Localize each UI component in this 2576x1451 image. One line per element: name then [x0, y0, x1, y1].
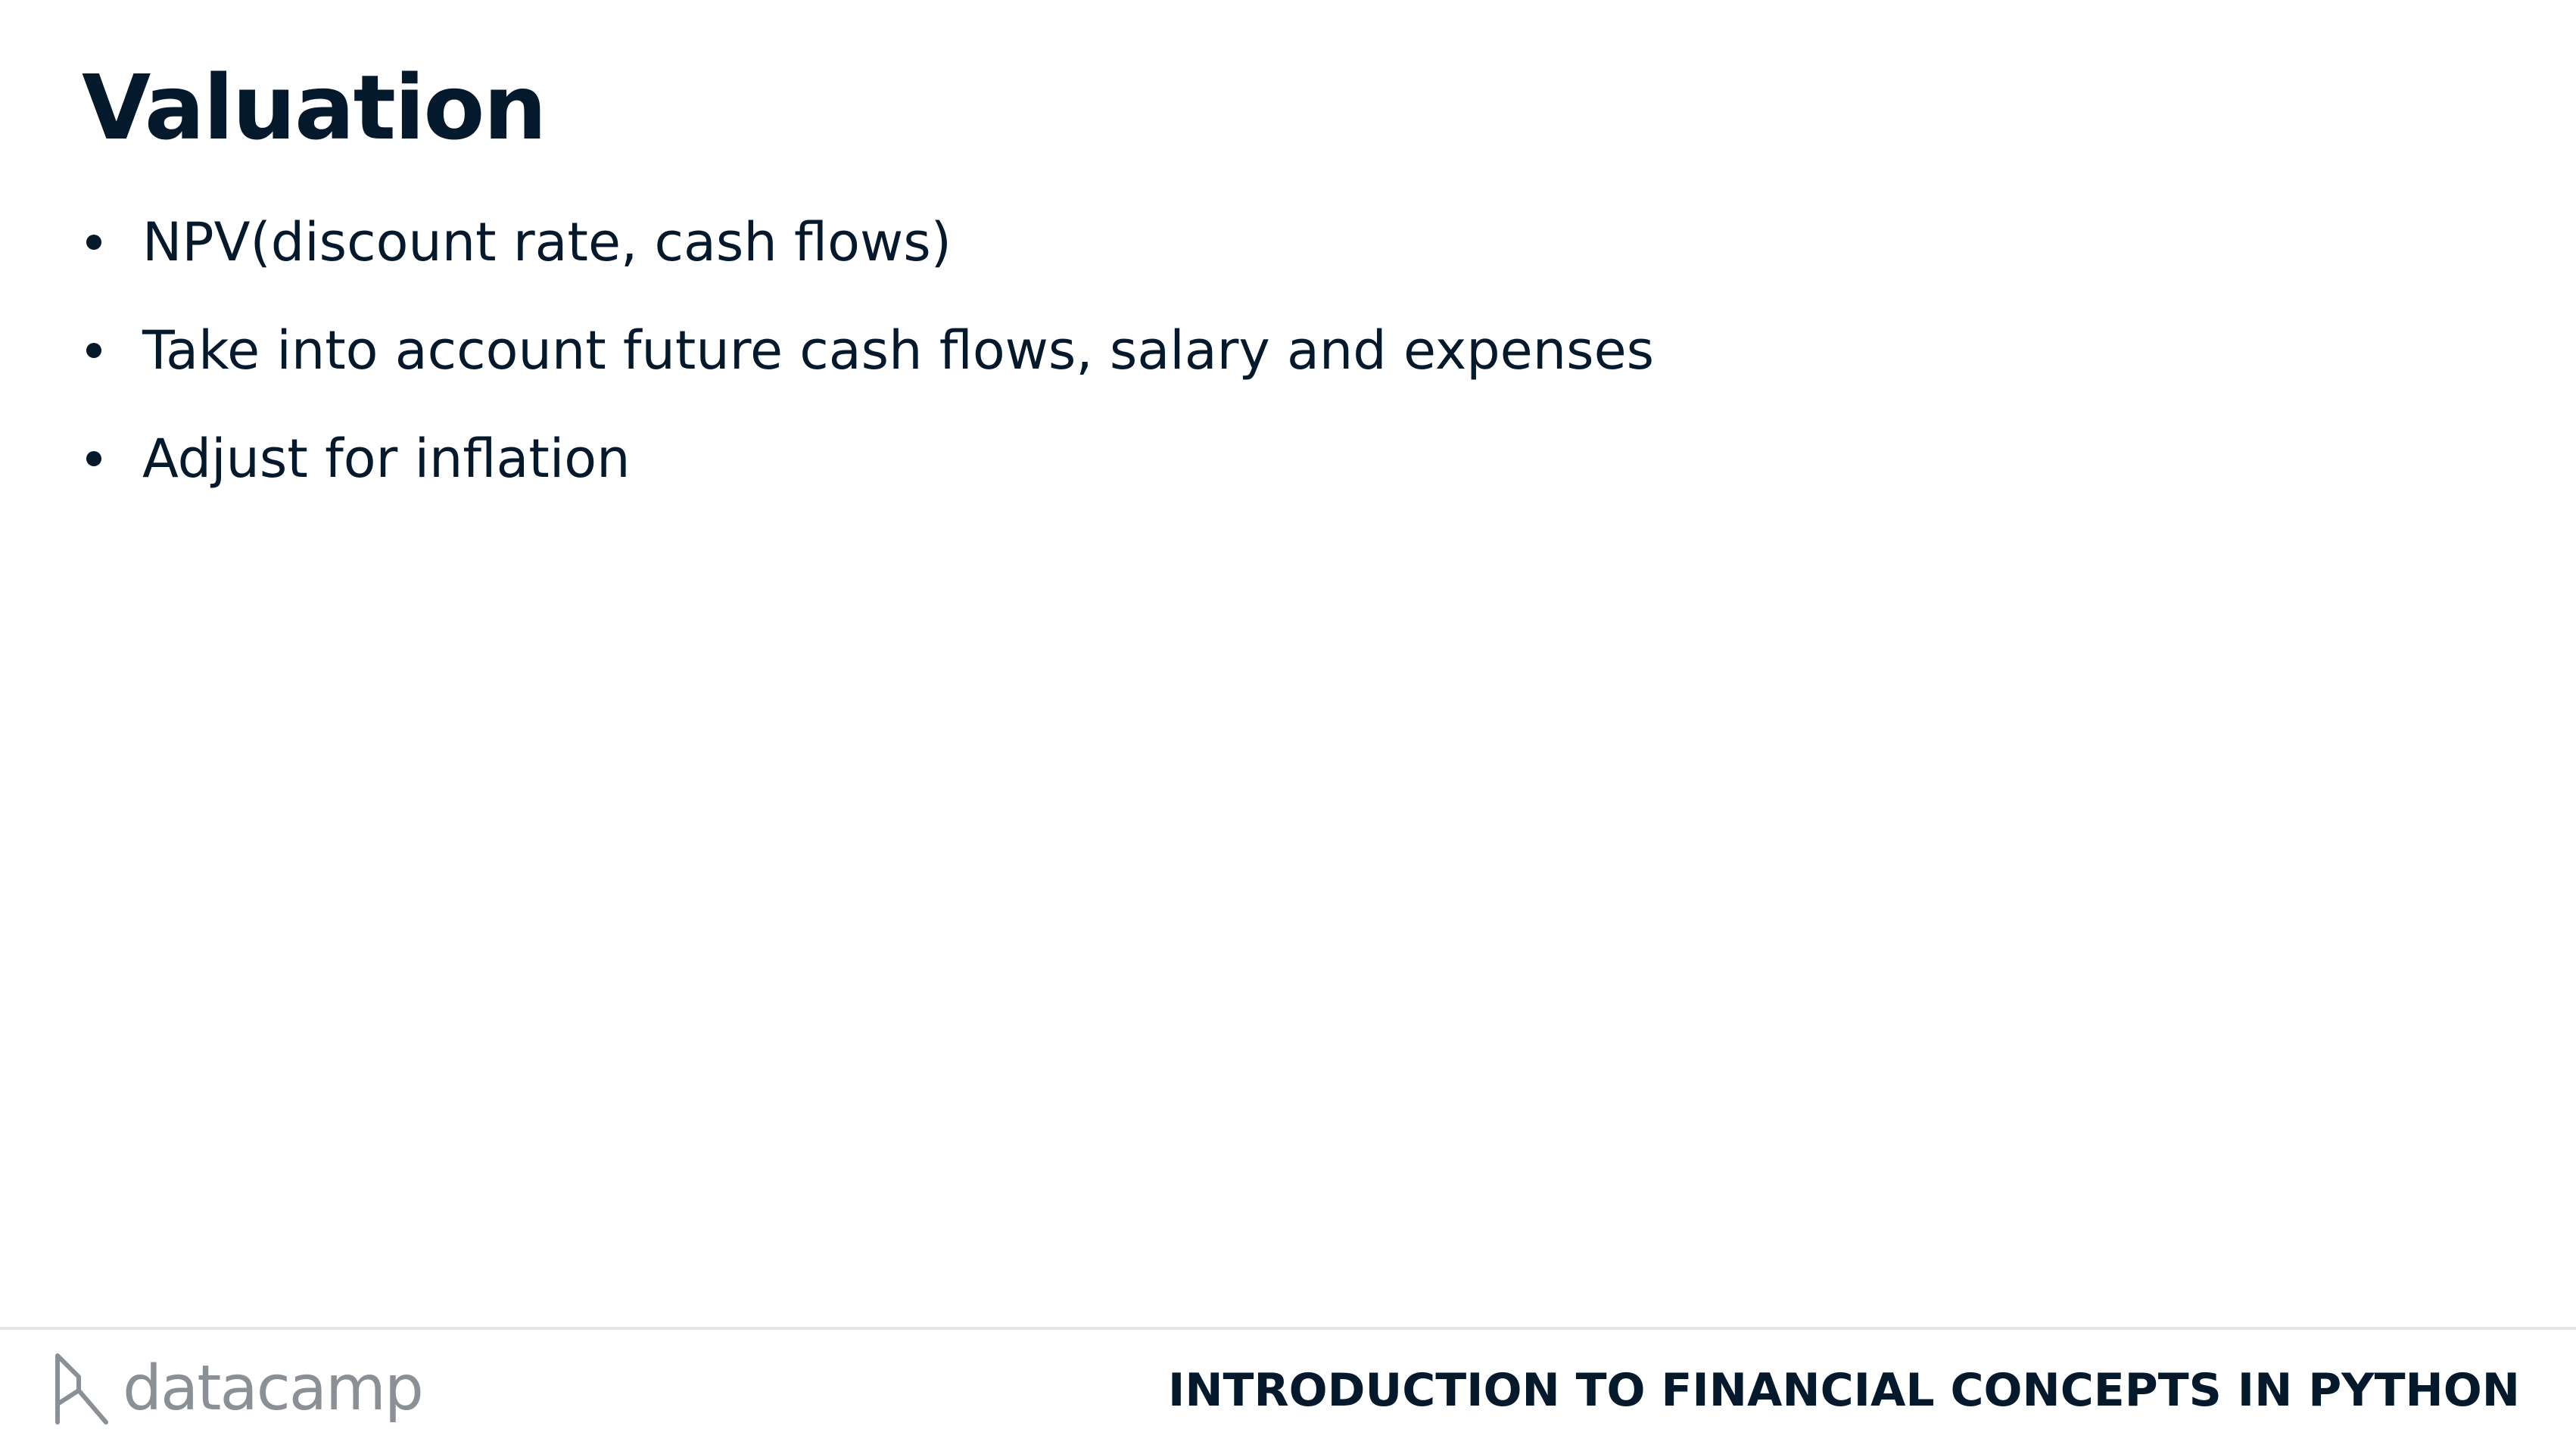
bullet-text: NPV(discount rate, cash flows) — [142, 210, 952, 273]
bullet-list: NPV(discount rate, cash flows) Take into… — [82, 188, 1654, 512]
bullet-text: Take into account future cash flows, sal… — [142, 319, 1655, 381]
footer-divider — [0, 1327, 2576, 1330]
slide-title: Valuation — [82, 55, 547, 160]
bullet-dot-icon — [86, 450, 101, 466]
course-title: INTRODUCTION TO FINANCIAL CONCEPTS IN PY… — [1168, 1364, 2520, 1417]
datacamp-logo-icon — [55, 1353, 108, 1425]
logo-text: datacamp — [123, 1353, 424, 1425]
bullet-dot-icon — [86, 234, 101, 250]
bullet-item: Adjust for inflation — [82, 404, 1654, 512]
bullet-dot-icon — [86, 342, 101, 358]
datacamp-logo: datacamp — [53, 1347, 424, 1431]
bullet-text: Adjust for inflation — [142, 427, 631, 490]
bullet-item: NPV(discount rate, cash flows) — [82, 188, 1654, 296]
bullet-item: Take into account future cash flows, sal… — [82, 296, 1654, 404]
